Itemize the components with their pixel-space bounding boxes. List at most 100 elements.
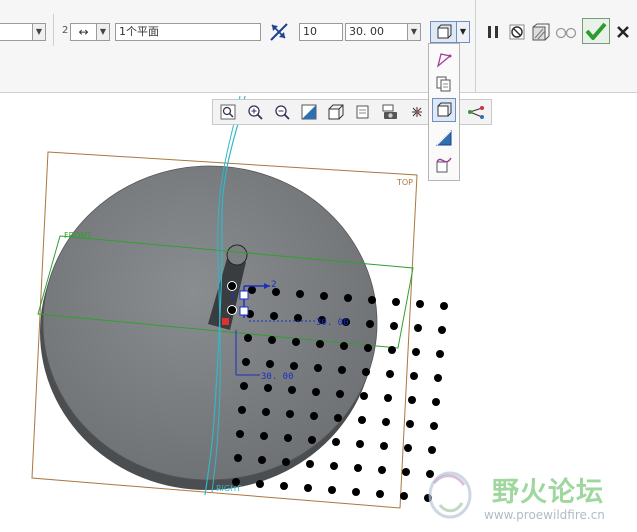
pattern-member-dot[interactable] — [386, 370, 394, 378]
datum-display-button[interactable] — [406, 102, 428, 122]
pattern-member-dot[interactable] — [286, 410, 294, 418]
pattern-member-dot[interactable] — [340, 342, 348, 350]
pattern-member-dot[interactable] — [296, 290, 304, 298]
saved-views-button[interactable] — [352, 102, 374, 122]
pattern-member-dot[interactable] — [244, 334, 252, 342]
pattern-member-dot[interactable] — [436, 350, 444, 358]
apply-button[interactable] — [582, 18, 610, 44]
pattern-member-dot[interactable] — [392, 298, 400, 306]
pattern-member-dot[interactable] — [248, 286, 256, 294]
flip-direction-button[interactable] — [268, 21, 290, 43]
pattern-member-dot[interactable] — [364, 344, 372, 352]
pattern-member-dot[interactable] — [238, 406, 246, 414]
pattern-member-dot[interactable] — [358, 416, 366, 424]
graphics-viewport[interactable]: TOP FRONT RIGHT 1 2 30. 00 30. 00 — [0, 93, 637, 532]
pattern-member-dot[interactable] — [330, 462, 338, 470]
direction-selector[interactable]: ↔ — [70, 23, 97, 41]
pattern-member-dot[interactable] — [408, 396, 416, 404]
pattern-member-dot[interactable] — [354, 464, 362, 472]
pattern-member-dot[interactable] — [378, 466, 386, 474]
pattern-member-dot[interactable] — [304, 484, 312, 492]
pattern-member-dot[interactable] — [258, 456, 266, 464]
pattern-member-dot[interactable] — [242, 358, 250, 366]
pattern-member-dot[interactable] — [264, 384, 272, 392]
pattern-member-dot[interactable] — [440, 302, 448, 310]
pattern-member-dot[interactable] — [352, 488, 360, 496]
pattern-member-dot[interactable] — [314, 364, 322, 372]
menu-item-sketch[interactable] — [432, 48, 456, 72]
pattern-member-dot[interactable] — [316, 340, 324, 348]
zoom-fit-button[interactable] — [217, 102, 239, 122]
fill-type-button[interactable] — [430, 21, 457, 43]
pattern-member-dot[interactable] — [292, 338, 300, 346]
pattern-member-dot[interactable] — [332, 438, 340, 446]
display-style-button[interactable] — [325, 102, 347, 122]
pattern-member-dot[interactable] — [368, 296, 376, 304]
pattern-member-dot[interactable] — [240, 382, 248, 390]
pattern-member-dot[interactable] — [382, 418, 390, 426]
pattern-member-dot[interactable] — [388, 346, 396, 354]
pattern-member-dot[interactable] — [336, 390, 344, 398]
pattern-member-dot[interactable] — [268, 336, 276, 344]
pattern-member-dot[interactable] — [400, 492, 408, 500]
pattern-member-dot[interactable] — [236, 430, 244, 438]
repaint-button[interactable] — [298, 102, 320, 122]
menu-item-curve[interactable] — [432, 152, 456, 176]
pattern-member-dot[interactable] — [290, 362, 298, 370]
pattern-member-dot[interactable] — [344, 294, 352, 302]
pattern-member-dot[interactable] — [362, 368, 370, 376]
pattern-member-dot[interactable] — [334, 414, 342, 422]
pattern-member-dot[interactable] — [414, 324, 422, 332]
distance-input[interactable]: 30. 00 — [345, 23, 408, 41]
pattern-member-dot[interactable] — [438, 326, 446, 334]
pattern-member-dot[interactable] — [310, 412, 318, 420]
pattern-member-dot[interactable] — [284, 434, 292, 442]
pattern-member-dot[interactable] — [410, 372, 418, 380]
pattern-member-dot[interactable] — [282, 458, 290, 466]
no-preview-button[interactable] — [506, 21, 528, 43]
cancel-button[interactable] — [612, 21, 634, 43]
spacing-input[interactable]: 10 — [299, 23, 343, 41]
menu-item-copy[interactable] — [432, 72, 456, 96]
menu-item-triangle[interactable] — [432, 126, 456, 150]
pattern-member-dot[interactable] — [434, 374, 442, 382]
pattern-member-dot[interactable] — [338, 366, 346, 374]
pattern-leader-dot[interactable] — [227, 305, 237, 315]
pattern-member-dot[interactable] — [288, 386, 296, 394]
pattern-member-dot[interactable] — [232, 478, 240, 486]
pattern-member-dot[interactable] — [428, 446, 436, 454]
pattern-member-dot[interactable] — [260, 432, 268, 440]
pattern-member-dot[interactable] — [432, 398, 440, 406]
pattern-member-dot[interactable] — [404, 444, 412, 452]
pattern-member-dot[interactable] — [234, 454, 242, 462]
pattern-member-dot[interactable] — [306, 460, 314, 468]
verify-geometry-button[interactable] — [530, 21, 552, 43]
pattern-member-dot[interactable] — [266, 360, 274, 368]
pattern-member-dot[interactable] — [280, 482, 288, 490]
zoom-in-button[interactable] — [244, 102, 266, 122]
pattern-member-dot[interactable] — [430, 422, 438, 430]
distance-dropdown[interactable]: ▼ — [408, 23, 421, 41]
pattern-member-dot[interactable] — [416, 300, 424, 308]
dimension-vertical[interactable]: 30. 00 — [261, 372, 294, 382]
pattern-member-dot[interactable] — [320, 292, 328, 300]
pattern-member-dot[interactable] — [312, 388, 320, 396]
pattern-type-dropdown[interactable]: ▼ — [33, 23, 46, 41]
pattern-member-dot[interactable] — [376, 490, 384, 498]
pattern-member-dot[interactable] — [380, 442, 388, 450]
pattern-member-dot[interactable] — [356, 440, 364, 448]
pause-button[interactable] — [482, 21, 504, 43]
pattern-member-dot[interactable] — [256, 480, 264, 488]
reference-collector[interactable]: 1个平面 — [115, 23, 261, 41]
view-manager-button[interactable] — [379, 102, 401, 122]
pattern-member-dot[interactable] — [402, 468, 410, 476]
direction-dropdown[interactable]: ▼ — [97, 23, 110, 41]
pattern-leader-dot[interactable] — [227, 281, 237, 291]
pattern-member-dot[interactable] — [390, 322, 398, 330]
pattern-member-dot[interactable] — [308, 436, 316, 444]
pattern-member-dot[interactable] — [360, 392, 368, 400]
preview-glasses-button[interactable] — [555, 21, 577, 43]
fill-type-dropdown[interactable]: ▼ — [457, 21, 470, 43]
zoom-out-button[interactable] — [271, 102, 293, 122]
pattern-member-dot[interactable] — [384, 394, 392, 402]
